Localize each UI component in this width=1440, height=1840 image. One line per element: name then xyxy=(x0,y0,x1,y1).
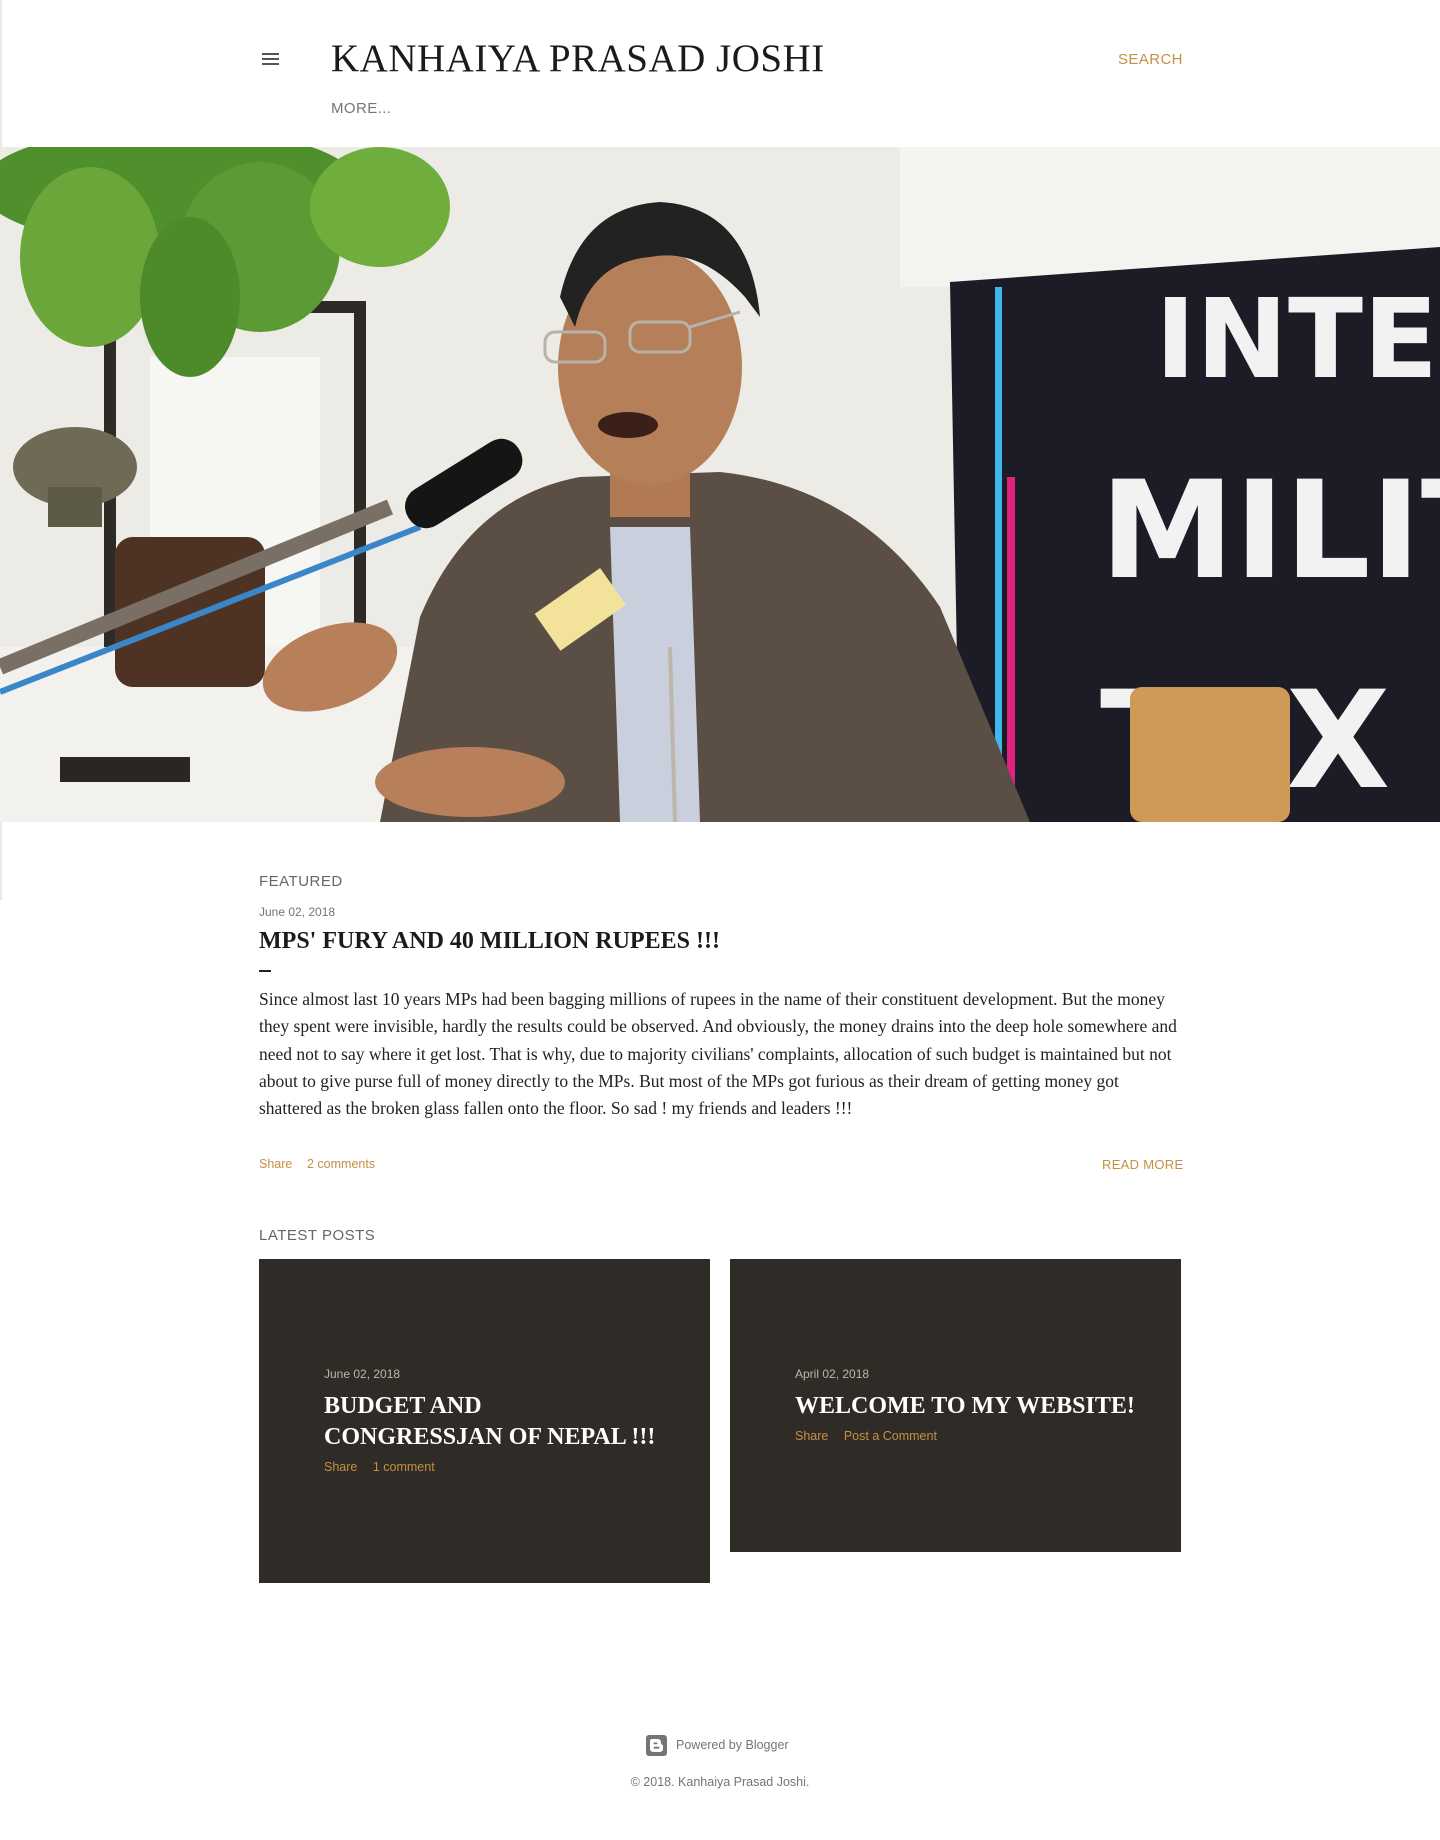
featured-post-date[interactable]: June 02, 2018 xyxy=(259,905,335,919)
post-card-actions: Share 1 comment xyxy=(324,1460,447,1474)
powered-by-blogger-link[interactable]: Powered by Blogger xyxy=(646,1734,789,1756)
featured-post-snippet: Since almost last 10 years MPs had been … xyxy=(259,989,1177,1119)
blogger-icon xyxy=(646,1734,667,1756)
site-title[interactable]: KANHAIYA PRASAD JOSHI xyxy=(331,36,825,81)
featured-share-button[interactable]: Share xyxy=(259,1157,292,1171)
post-card-title[interactable]: BUDGET AND CONGRESSJAN OF NEPAL !!! xyxy=(324,1391,664,1453)
header-image: INTERI MILIT TAX xyxy=(0,147,1440,822)
post-card-actions: Share Post a Comment xyxy=(795,1429,949,1443)
post-card-comments-link[interactable]: 1 comment xyxy=(373,1460,435,1474)
post-card-comments-link[interactable]: Post a Comment xyxy=(844,1429,937,1443)
post-card-share-button[interactable]: Share xyxy=(795,1429,828,1443)
title-divider xyxy=(259,970,271,972)
featured-post-title[interactable]: MPS' FURY AND 40 MILLION RUPEES !!! xyxy=(259,928,720,955)
post-card[interactable]: April 02, 2018 WELCOME TO MY WEBSITE! Sh… xyxy=(730,1259,1181,1552)
powered-by-label: Powered by Blogger xyxy=(676,1738,789,1752)
copyright-text: © 2018. Kanhaiya Prasad Joshi. xyxy=(630,1775,810,1789)
post-card-title[interactable]: WELCOME TO MY WEBSITE! xyxy=(795,1391,1135,1422)
more-pages-link[interactable]: MORE... xyxy=(331,100,391,117)
featured-section-title: FEATURED xyxy=(259,873,343,890)
post-card-date[interactable]: April 02, 2018 xyxy=(795,1367,869,1381)
read-more-link[interactable]: READ MORE xyxy=(1102,1157,1183,1172)
hamburger-menu-icon[interactable] xyxy=(260,51,282,67)
banner-text-line-1: INTERI xyxy=(1155,275,1440,403)
post-card-date[interactable]: June 02, 2018 xyxy=(324,1367,400,1381)
latest-posts-title: LATEST POSTS xyxy=(259,1227,376,1244)
site-header: KANHAIYA PRASAD JOSHI SEARCH MORE... xyxy=(0,0,1440,146)
post-card[interactable]: June 02, 2018 BUDGET AND CONGRESSJAN OF … xyxy=(259,1259,710,1583)
banner-text-line-2: MILIT xyxy=(1100,452,1440,609)
featured-comments-link[interactable]: 2 comments xyxy=(307,1157,375,1171)
post-card-share-button[interactable]: Share xyxy=(324,1460,357,1474)
search-button[interactable]: SEARCH xyxy=(1118,51,1183,68)
